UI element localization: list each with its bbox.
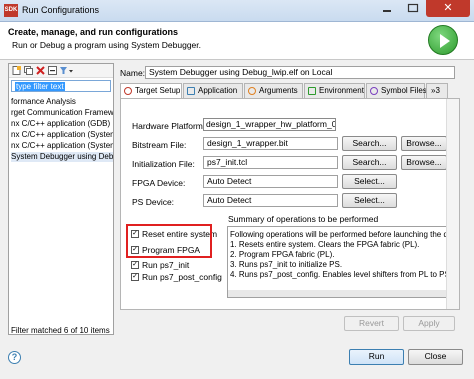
hardware-platform-value: design_1_wrapper_hw_platform_0: [206, 119, 336, 129]
tree-item-target-communication[interactable]: rget Communication Framewc: [11, 108, 113, 118]
initialization-file-field[interactable]: ps7_init.tcl: [203, 156, 338, 169]
help-icon[interactable]: ?: [8, 351, 21, 364]
hardware-platform-label: Hardware Platform:: [132, 121, 206, 131]
target-icon: [124, 87, 132, 95]
header-subtitle: Run or Debug a program using System Debu…: [12, 40, 201, 50]
tree-toolbar: [9, 64, 113, 78]
header-title: Create, manage, and run configurations: [8, 27, 179, 37]
symbol-files-icon: [370, 87, 378, 95]
new-configuration-icon[interactable]: [12, 66, 21, 75]
bitstream-browse-button[interactable]: Browse...: [401, 136, 447, 151]
sdk-app-icon: SDK: [4, 4, 18, 17]
summary-horizontal-scrollbar[interactable]: [228, 290, 454, 297]
summary-text-area: Following operations will be performed b…: [227, 226, 455, 298]
tab-label: Application: [198, 86, 238, 95]
tab-arguments[interactable]: Arguments: [244, 83, 303, 98]
tab-label: Environment: [319, 86, 364, 95]
name-label: Name:: [120, 68, 146, 78]
close-window-button[interactable]: ✕: [426, 0, 470, 17]
initialization-file-label: Initialization File:: [132, 159, 195, 169]
config-tabs: Target Setup Application Arguments Envir…: [120, 83, 460, 99]
highlight-annotation-box: [126, 224, 212, 258]
collapse-all-icon[interactable]: [48, 66, 57, 75]
minimize-button[interactable]: [374, 0, 400, 17]
revert-button[interactable]: Revert: [344, 316, 399, 331]
run-button[interactable]: Run: [349, 349, 404, 365]
tree-item-performance-analysis[interactable]: formance Analysis: [11, 97, 113, 107]
summary-line: 3. Runs ps7_init to initialize PS.: [230, 260, 343, 269]
run-ps7-init-checkbox[interactable]: ✓: [131, 261, 139, 269]
summary-line: 2. Program FPGA fabric (PL).: [230, 250, 335, 259]
run-ps7-post-config-checkbox[interactable]: ✓: [131, 273, 139, 281]
filter-placeholder-text: type filter text: [15, 82, 65, 91]
tab-target-setup[interactable]: Target Setup: [120, 83, 182, 99]
tab-label: Symbol Files: [381, 86, 427, 95]
ps-device-label: PS Device:: [132, 197, 175, 207]
minimize-icon: [383, 10, 391, 12]
window-title: Run Configurations: [22, 5, 100, 15]
run-play-icon: [428, 25, 458, 55]
filter-input[interactable]: type filter text: [11, 80, 111, 92]
tab-environment[interactable]: Environment: [304, 83, 365, 98]
tree-item-cpp-system-1[interactable]: nx C/C++ application (System: [11, 130, 113, 140]
summary-line: Following operations will be performed b…: [230, 230, 453, 239]
tab-label: Arguments: [259, 86, 298, 95]
bitstream-file-field[interactable]: design_1_wrapper.bit: [203, 137, 338, 150]
summary-line: 1. Resets entire system. Clears the FPGA…: [230, 240, 420, 249]
title-bar: SDK Run Configurations ✕: [0, 0, 474, 22]
tree-item-cpp-gdb[interactable]: nx C/C++ application (GDB): [11, 119, 113, 129]
tab-symbol-files[interactable]: Symbol Files: [366, 83, 427, 98]
environment-icon: [308, 87, 316, 95]
fpga-device-field[interactable]: Auto Detect: [203, 175, 338, 188]
tree-item-system-debugger[interactable]: System Debugger using Deb: [11, 152, 113, 162]
run-ps7-init-label: Run ps7_init: [142, 260, 190, 270]
filter-status-text: Filter matched 6 of 10 items: [11, 326, 110, 335]
dialog-header: Create, manage, and run configurations R…: [0, 22, 474, 60]
init-search-button[interactable]: Search...: [342, 155, 397, 170]
tab-application[interactable]: Application: [183, 83, 243, 98]
panel-vertical-scrollbar[interactable]: [446, 99, 459, 309]
apply-button[interactable]: Apply: [403, 316, 455, 331]
filter-menu-icon[interactable]: [60, 66, 74, 75]
maximize-icon: [407, 3, 419, 13]
fpga-select-button[interactable]: Select...: [342, 174, 397, 189]
fpga-device-label: FPGA Device:: [132, 178, 186, 188]
ps-device-field[interactable]: Auto Detect: [203, 194, 338, 207]
close-icon: ✕: [443, 2, 453, 14]
tab-label: Target Setup: [135, 86, 181, 95]
close-button[interactable]: Close: [408, 349, 463, 365]
arguments-icon: [248, 87, 256, 95]
summary-line: 4. Runs ps7_post_config. Enables level s…: [230, 270, 455, 279]
hardware-platform-select[interactable]: design_1_wrapper_hw_platform_0: [203, 118, 336, 131]
bitstream-file-label: Bitstream File:: [132, 140, 187, 150]
delete-icon[interactable]: [36, 66, 45, 75]
summary-title: Summary of operations to be performed: [228, 214, 379, 224]
configuration-tree-panel: type filter text formance Analysis rget …: [8, 63, 114, 335]
name-field[interactable]: System Debugger using Debug_lwip.elf on …: [145, 66, 455, 79]
ps-select-button[interactable]: Select...: [342, 193, 397, 208]
init-browse-button[interactable]: Browse...: [401, 155, 447, 170]
tab-overflow-chevron[interactable]: »3: [426, 83, 448, 98]
tree-item-cpp-system-2[interactable]: nx C/C++ application (System: [11, 141, 113, 151]
duplicate-icon[interactable]: [24, 66, 33, 75]
maximize-button[interactable]: [400, 0, 426, 17]
run-ps7-post-config-label: Run ps7_post_config: [142, 272, 222, 282]
bitstream-search-button[interactable]: Search...: [342, 136, 397, 151]
application-icon: [187, 87, 195, 95]
